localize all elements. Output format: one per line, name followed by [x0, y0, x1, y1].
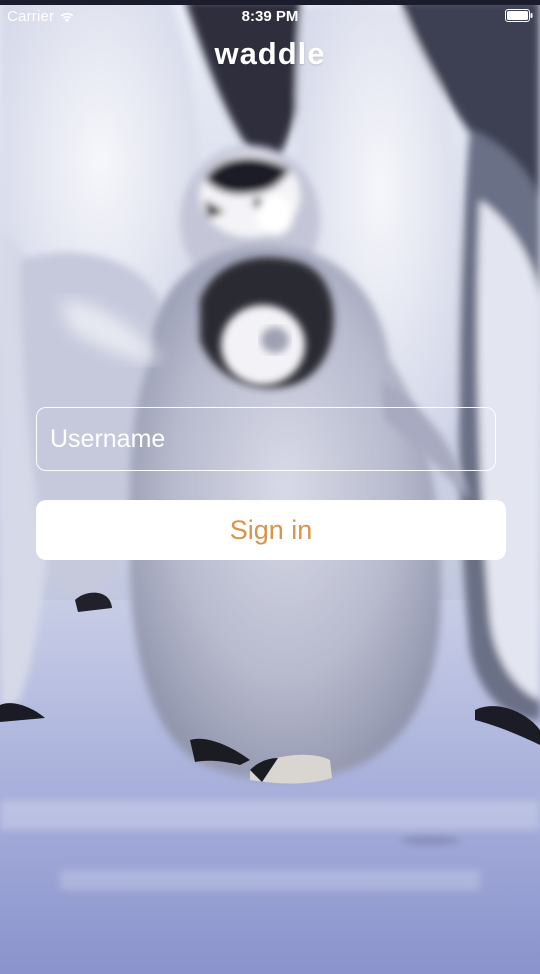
penguin-background-image	[0, 0, 540, 974]
battery-icon	[505, 9, 533, 22]
sign-in-button[interactable]: Sign in	[36, 500, 506, 560]
app-title: waddle	[214, 36, 326, 71]
status-time: 8:39 PM	[241, 8, 299, 25]
status-bar: Carrier 8:39 PM	[0, 0, 540, 32]
login-screen: Carrier 8:39 PM waddle Sign in	[0, 0, 540, 974]
username-input[interactable]	[36, 407, 496, 471]
